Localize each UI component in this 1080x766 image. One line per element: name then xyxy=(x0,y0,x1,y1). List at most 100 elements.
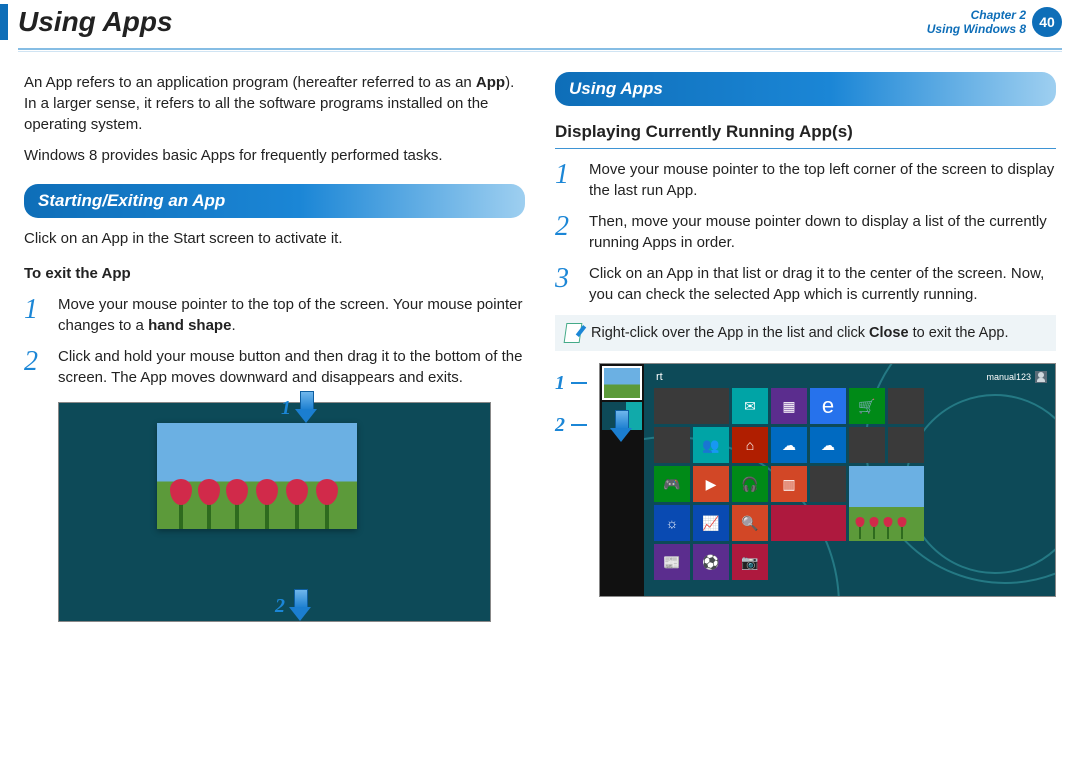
tile-icon: e xyxy=(822,395,834,417)
exit-step-2: 2 Click and hold your mouse button and t… xyxy=(24,346,525,388)
leader-line xyxy=(571,382,587,384)
header-left: Using Apps xyxy=(0,4,173,40)
illustration-callout-2: 2 xyxy=(555,411,587,439)
tile-icon: ☁ xyxy=(782,438,796,452)
running-step-3: 3 Click on an App in that list or drag i… xyxy=(555,263,1056,305)
username-text: manual123 xyxy=(986,371,1031,384)
section-body: Click on an App in the Start screen to a… xyxy=(24,228,525,249)
start-tile: 📈 xyxy=(693,505,729,541)
tip-box: Right-click over the App in the list and… xyxy=(555,315,1056,351)
left-column: An App refers to an application program … xyxy=(24,72,525,622)
header-divider xyxy=(18,48,1062,54)
sub-heading-running-apps: Displaying Currently Running App(s) xyxy=(555,120,1056,149)
illustration-callouts: 1 2 xyxy=(555,363,591,597)
start-tile: 📷 xyxy=(732,544,768,580)
start-tile xyxy=(888,388,924,424)
tile-icon: 👥 xyxy=(702,438,719,452)
start-tile: 🔍 xyxy=(732,505,768,541)
header-right: Chapter 2 Using Windows 8 40 xyxy=(927,7,1062,37)
start-tile xyxy=(654,388,729,424)
step-text: Click on an App in that list or drag it … xyxy=(589,263,1056,305)
tile-icon: ☁ xyxy=(821,438,835,452)
start-label: rt xyxy=(656,370,663,385)
chapter-line-1: Chapter 2 xyxy=(927,8,1026,22)
app-window-thumbnail xyxy=(157,423,357,529)
tile-icon: ✉ xyxy=(744,399,756,413)
running-step-2: 2 Then, move your mouse pointer down to … xyxy=(555,211,1056,253)
step-text: Move your mouse pointer to the top of th… xyxy=(58,294,525,336)
start-screen-illustration: rt manual123 ✉ ▦ e 🛒 👥 ⌂ ☁ ☁ 🎮 ▶ 🎧 ▥ ☼ 📈 🔍 📰 ⚽ 📷 xyxy=(599,363,1056,597)
step-number: 2 xyxy=(24,346,48,388)
to-exit-heading: To exit the App xyxy=(24,263,525,284)
step-number: 1 xyxy=(555,159,579,201)
tile-icon: 🛒 xyxy=(858,399,875,413)
illustration-callout-2: 2 xyxy=(275,589,311,623)
callout-number: 2 xyxy=(555,411,565,439)
tile-icon: ⚽ xyxy=(702,555,719,569)
text: An App refers to an application program … xyxy=(24,74,476,91)
start-tile: ☁ xyxy=(771,427,807,463)
step-number: 2 xyxy=(555,211,579,253)
section-header-using-apps: Using Apps xyxy=(555,72,1056,106)
tile-icon: 📷 xyxy=(741,555,758,569)
bold-text: Close xyxy=(869,325,909,341)
start-tile-grid: ✉ ▦ e 🛒 👥 ⌂ ☁ ☁ 🎮 ▶ 🎧 ▥ ☼ 📈 🔍 📰 ⚽ 📷 xyxy=(654,388,924,580)
intro-paragraph-1: An App refers to an application program … xyxy=(24,72,525,135)
tile-icon: ⌂ xyxy=(746,438,754,452)
exit-step-1: 1 Move your mouse pointer to the top of … xyxy=(24,294,525,336)
tile-icon: 🔍 xyxy=(741,516,758,530)
tile-icon: ▥ xyxy=(782,477,795,491)
tip-text: Right-click over the App in the list and… xyxy=(591,323,1009,343)
drag-app-illustration: 1 2 xyxy=(58,402,491,622)
step-text: Then, move your mouse pointer down to di… xyxy=(589,211,1056,253)
text: Right-click over the App in the list and… xyxy=(591,325,869,341)
text: . xyxy=(231,317,235,334)
right-column: Using Apps Displaying Currently Running … xyxy=(555,72,1056,622)
page-header: Using Apps Chapter 2 Using Windows 8 40 xyxy=(0,0,1080,44)
chapter-line-2: Using Windows 8 xyxy=(927,22,1026,36)
callout-number: 1 xyxy=(555,369,565,397)
header-accent-bar xyxy=(0,4,8,40)
start-tile: 🎧 xyxy=(732,466,768,502)
step-number: 3 xyxy=(555,263,579,305)
step-text: Click and hold your mouse button and the… xyxy=(58,346,525,388)
app-switcher-sidebar xyxy=(600,364,644,596)
arrow-down-icon xyxy=(295,391,317,425)
page-number-badge: 40 xyxy=(1032,7,1062,37)
start-tile: ☁ xyxy=(810,427,846,463)
illustration-callout-1: 1 xyxy=(281,391,317,425)
user-account-label: manual123 xyxy=(986,371,1047,384)
running-step-1: 1 Move your mouse pointer to the top lef… xyxy=(555,159,1056,201)
two-column-layout: An App refers to an application program … xyxy=(0,54,1080,622)
start-tile xyxy=(888,427,924,463)
text: to exit the App. xyxy=(909,325,1009,341)
start-tile: ▥ xyxy=(771,466,807,502)
start-tile xyxy=(849,427,885,463)
start-tile: 👥 xyxy=(693,427,729,463)
start-tile: 📰 xyxy=(654,544,690,580)
tile-icon: ▦ xyxy=(782,399,795,413)
start-screen-illustration-wrap: 1 2 rt manual123 xyxy=(555,363,1056,597)
tile-icon: 📰 xyxy=(663,555,680,569)
arrow-down-icon xyxy=(289,589,311,623)
start-tile: e xyxy=(810,388,846,424)
tile-icon: 📈 xyxy=(702,516,719,530)
step-number: 1 xyxy=(24,294,48,336)
tile-icon: 🎮 xyxy=(663,477,680,491)
callout-number: 1 xyxy=(281,394,291,422)
tile-icon: ☼ xyxy=(666,516,679,530)
tile-icon: 🎧 xyxy=(741,477,758,491)
start-tile: ☼ xyxy=(654,505,690,541)
start-tile xyxy=(771,505,846,541)
callout-number: 2 xyxy=(275,592,285,620)
start-tile xyxy=(810,466,846,502)
start-tile: ▦ xyxy=(771,388,807,424)
section-header-starting-exiting: Starting/Exiting an App xyxy=(24,184,525,218)
start-tile xyxy=(654,427,690,463)
photos-tile xyxy=(849,466,924,541)
bold-text: hand shape xyxy=(148,317,231,334)
bold-text: App xyxy=(476,74,505,91)
tile-icon: ▶ xyxy=(706,477,717,491)
illustration-callout-1: 1 xyxy=(555,369,587,397)
chapter-label: Chapter 2 Using Windows 8 xyxy=(927,8,1026,37)
